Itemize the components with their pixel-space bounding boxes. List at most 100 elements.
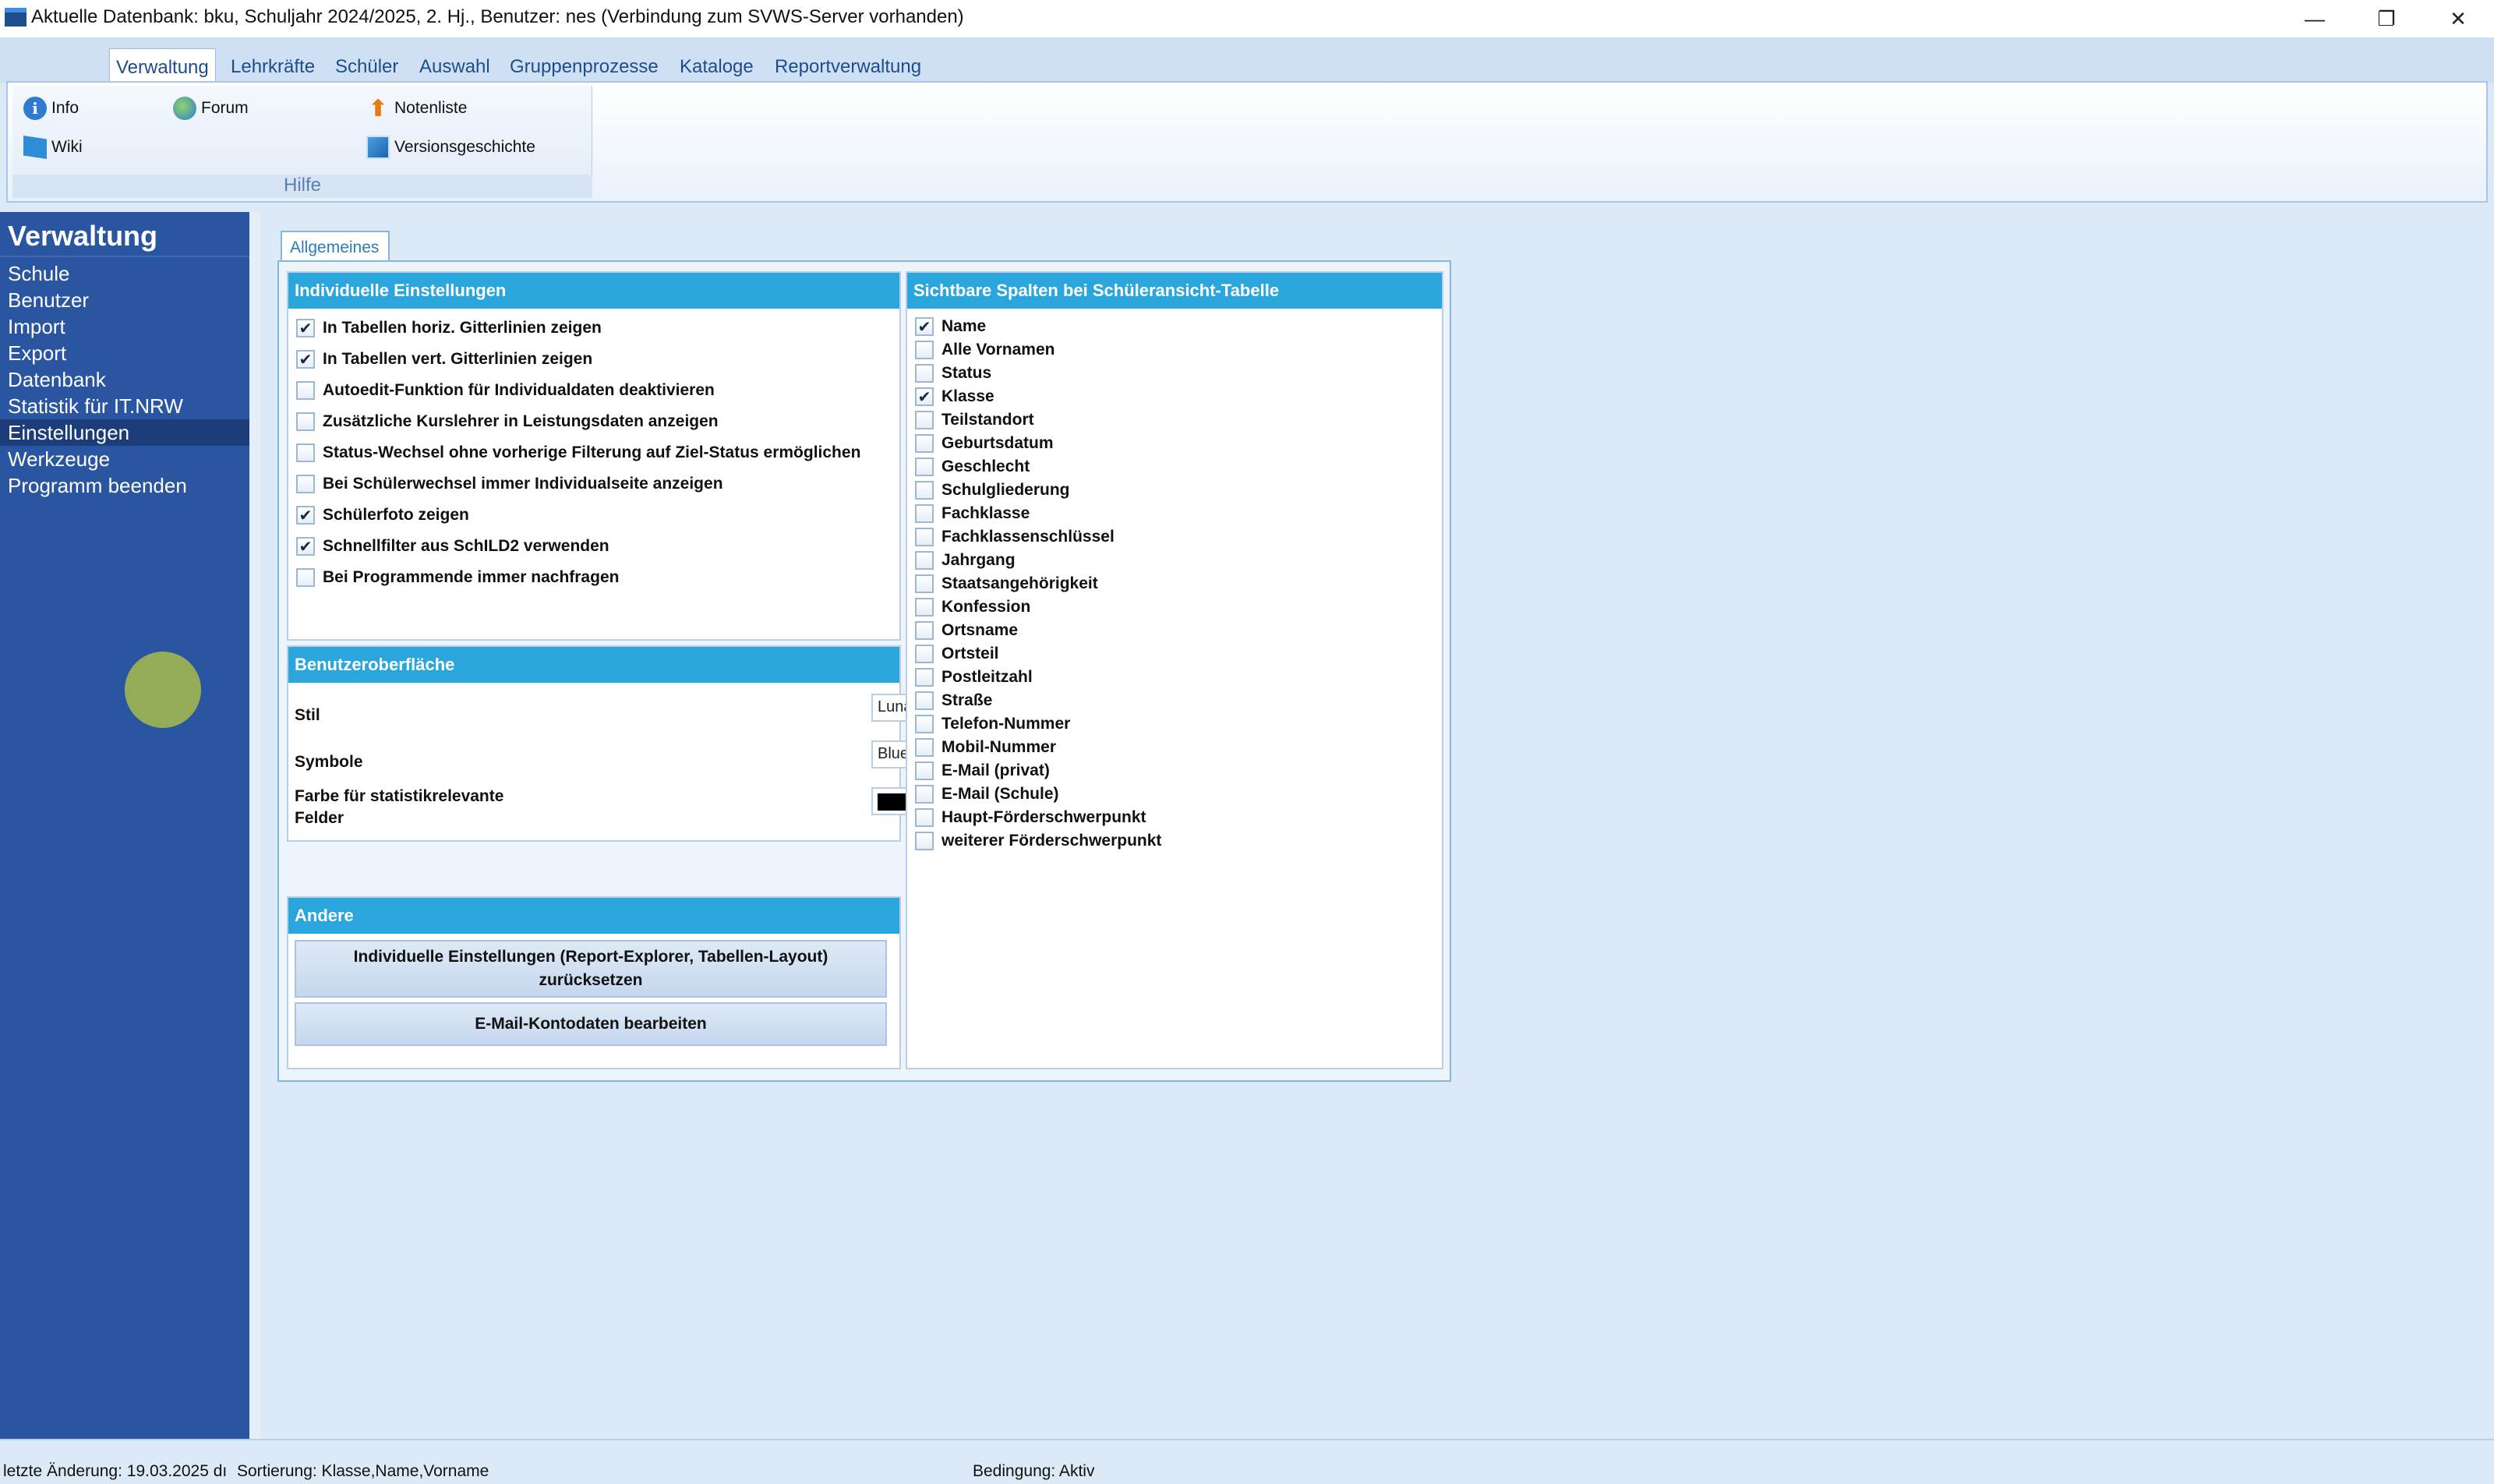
checkbox[interactable] <box>296 381 315 400</box>
checkbox[interactable] <box>915 738 934 757</box>
tab-verwaltung[interactable]: Verwaltung <box>109 48 216 83</box>
column-row[interactable]: E-Mail (Schule) <box>915 783 1059 806</box>
info-button[interactable]: i Info <box>23 97 79 120</box>
option-row[interactable]: Status-Wechsel ohne vorherige Filterung … <box>296 441 860 465</box>
option-row[interactable]: Autoedit-Funktion für Individualdaten de… <box>296 379 715 402</box>
column-row[interactable]: Straße <box>915 689 992 712</box>
column-row[interactable]: Fachklassenschlüssel <box>915 525 1115 549</box>
option-label: In Tabellen horiz. Gitterlinien zeigen <box>323 319 602 337</box>
column-row[interactable]: Fachklasse <box>915 502 1030 525</box>
option-row[interactable]: Zusätzliche Kurslehrer in Leistungsdaten… <box>296 410 719 433</box>
checkbox[interactable] <box>915 761 934 780</box>
column-row[interactable]: Alle Vornamen <box>915 338 1054 362</box>
column-row[interactable]: Teilstandort <box>915 408 1034 432</box>
checkbox[interactable] <box>915 411 934 429</box>
checkbox[interactable] <box>915 574 934 593</box>
checkbox[interactable] <box>915 598 934 617</box>
checkbox[interactable] <box>915 551 934 570</box>
close-button[interactable]: ✕ <box>2422 0 2494 37</box>
checkbox[interactable] <box>915 691 934 710</box>
column-row[interactable]: Status <box>915 362 991 385</box>
column-row[interactable]: ✔ Klasse <box>915 385 994 408</box>
sidebar-item-import[interactable]: Import <box>0 313 249 340</box>
column-row[interactable]: Postleitzahl <box>915 666 1033 689</box>
checkbox[interactable]: ✔ <box>296 350 315 369</box>
tab-gruppenprozesse[interactable]: Gruppenprozesse <box>503 48 665 83</box>
checkbox[interactable] <box>915 808 934 827</box>
column-label: E-Mail (Schule) <box>941 785 1059 803</box>
sidebar-item-schule[interactable]: Schule <box>0 260 249 287</box>
column-label: Teilstandort <box>941 411 1034 429</box>
column-row[interactable]: Ortsname <box>915 619 1018 642</box>
sidebar-item-werkzeuge[interactable]: Werkzeuge <box>0 446 249 472</box>
sidebar-item-programm-beenden[interactable]: Programm beenden <box>0 472 249 499</box>
checkbox[interactable] <box>915 504 934 523</box>
tab-allgemeines[interactable]: Allgemeines <box>281 231 390 262</box>
tab-auswahl[interactable]: Auswahl <box>413 48 496 83</box>
option-row[interactable]: ✔ Schnellfilter aus SchILD2 verwenden <box>296 535 609 558</box>
column-row[interactable]: Mobil-Nummer <box>915 736 1056 759</box>
email-account-button[interactable]: E-Mail-Kontodaten bearbeiten <box>295 1002 887 1046</box>
checkbox[interactable] <box>296 412 315 431</box>
column-row[interactable]: Konfession <box>915 595 1030 619</box>
option-row[interactable]: ✔ Schülerfoto zeigen <box>296 504 469 527</box>
column-row[interactable]: Haupt-Förderschwerpunkt <box>915 806 1146 829</box>
column-row[interactable]: Jahrgang <box>915 549 1016 572</box>
option-row[interactable]: Bei Programmende immer nachfragen <box>296 566 619 589</box>
info-icon: i <box>23 97 47 120</box>
sidebar-item-datenbank[interactable]: Datenbank <box>0 366 249 393</box>
checkbox[interactable] <box>915 668 934 687</box>
column-row[interactable]: E-Mail (privat) <box>915 759 1050 783</box>
checkbox[interactable] <box>296 475 315 493</box>
checkbox[interactable] <box>296 443 315 462</box>
maximize-button[interactable]: ❐ <box>2351 0 2422 37</box>
checkbox[interactable]: ✔ <box>915 387 934 406</box>
column-label: Alle Vornamen <box>941 341 1055 359</box>
column-row[interactable]: Telefon-Nummer <box>915 712 1070 736</box>
reset-settings-button[interactable]: Individuelle Einstellungen (Report-Explo… <box>295 940 887 998</box>
sidebar-splitter[interactable] <box>249 212 260 1439</box>
sidebar-item-einstellungen[interactable]: Einstellungen <box>0 419 249 446</box>
option-label: In Tabellen vert. Gitterlinien zeigen <box>323 350 593 368</box>
sidebar-item-export[interactable]: Export <box>0 340 249 366</box>
column-row[interactable]: Geburtsdatum <box>915 432 1054 455</box>
option-row[interactable]: Bei Schülerwechsel immer Individualseite… <box>296 472 723 496</box>
checkbox[interactable]: ✔ <box>296 506 315 525</box>
tab-kataloge[interactable]: Kataloge <box>673 48 760 83</box>
tab-reportverwaltung[interactable]: Reportverwaltung <box>768 48 927 83</box>
tab-schueler[interactable]: Schüler <box>329 48 404 83</box>
sidebar-item-benutzer[interactable]: Benutzer <box>0 287 249 313</box>
column-row[interactable]: Staatsangehörigkeit <box>915 572 1098 595</box>
stil-label: Stil <box>295 706 320 724</box>
versionsgeschichte-button[interactable]: Versionsgeschichte <box>366 136 535 159</box>
checkbox[interactable]: ✔ <box>915 317 934 336</box>
checkbox[interactable] <box>915 434 934 453</box>
option-label: Autoedit-Funktion für Individualdaten de… <box>323 381 715 399</box>
checkbox[interactable] <box>915 528 934 546</box>
checkbox[interactable] <box>915 645 934 663</box>
minimize-button[interactable]: — <box>2279 0 2351 37</box>
checkbox[interactable] <box>296 568 315 587</box>
option-row[interactable]: ✔ In Tabellen vert. Gitterlinien zeigen <box>296 348 592 371</box>
column-row[interactable]: Schulgliederung <box>915 479 1070 502</box>
checkbox[interactable]: ✔ <box>296 537 315 556</box>
tab-lehrkraefte[interactable]: Lehrkräfte <box>224 48 321 83</box>
checkbox[interactable] <box>915 785 934 804</box>
forum-button[interactable]: Forum <box>173 97 249 120</box>
checkbox[interactable] <box>915 458 934 476</box>
sidebar-item-statistik[interactable]: Statistik für IT.NRW <box>0 393 249 419</box>
checkbox[interactable] <box>915 715 934 733</box>
checkbox[interactable] <box>915 481 934 500</box>
column-row[interactable]: Ortsteil <box>915 642 999 666</box>
column-row[interactable]: weiterer Förderschwerpunkt <box>915 829 1161 853</box>
checkbox[interactable] <box>915 832 934 850</box>
option-row[interactable]: ✔ In Tabellen horiz. Gitterlinien zeigen <box>296 316 602 340</box>
checkbox[interactable] <box>915 621 934 640</box>
checkbox[interactable]: ✔ <box>296 319 315 337</box>
notenliste-button[interactable]: ⬆ Notenliste <box>366 96 467 122</box>
wiki-button[interactable]: Wiki <box>23 136 83 159</box>
checkbox[interactable] <box>915 341 934 359</box>
column-row[interactable]: Geschlecht <box>915 455 1030 479</box>
checkbox[interactable] <box>915 364 934 383</box>
column-row[interactable]: ✔ Name <box>915 315 986 338</box>
